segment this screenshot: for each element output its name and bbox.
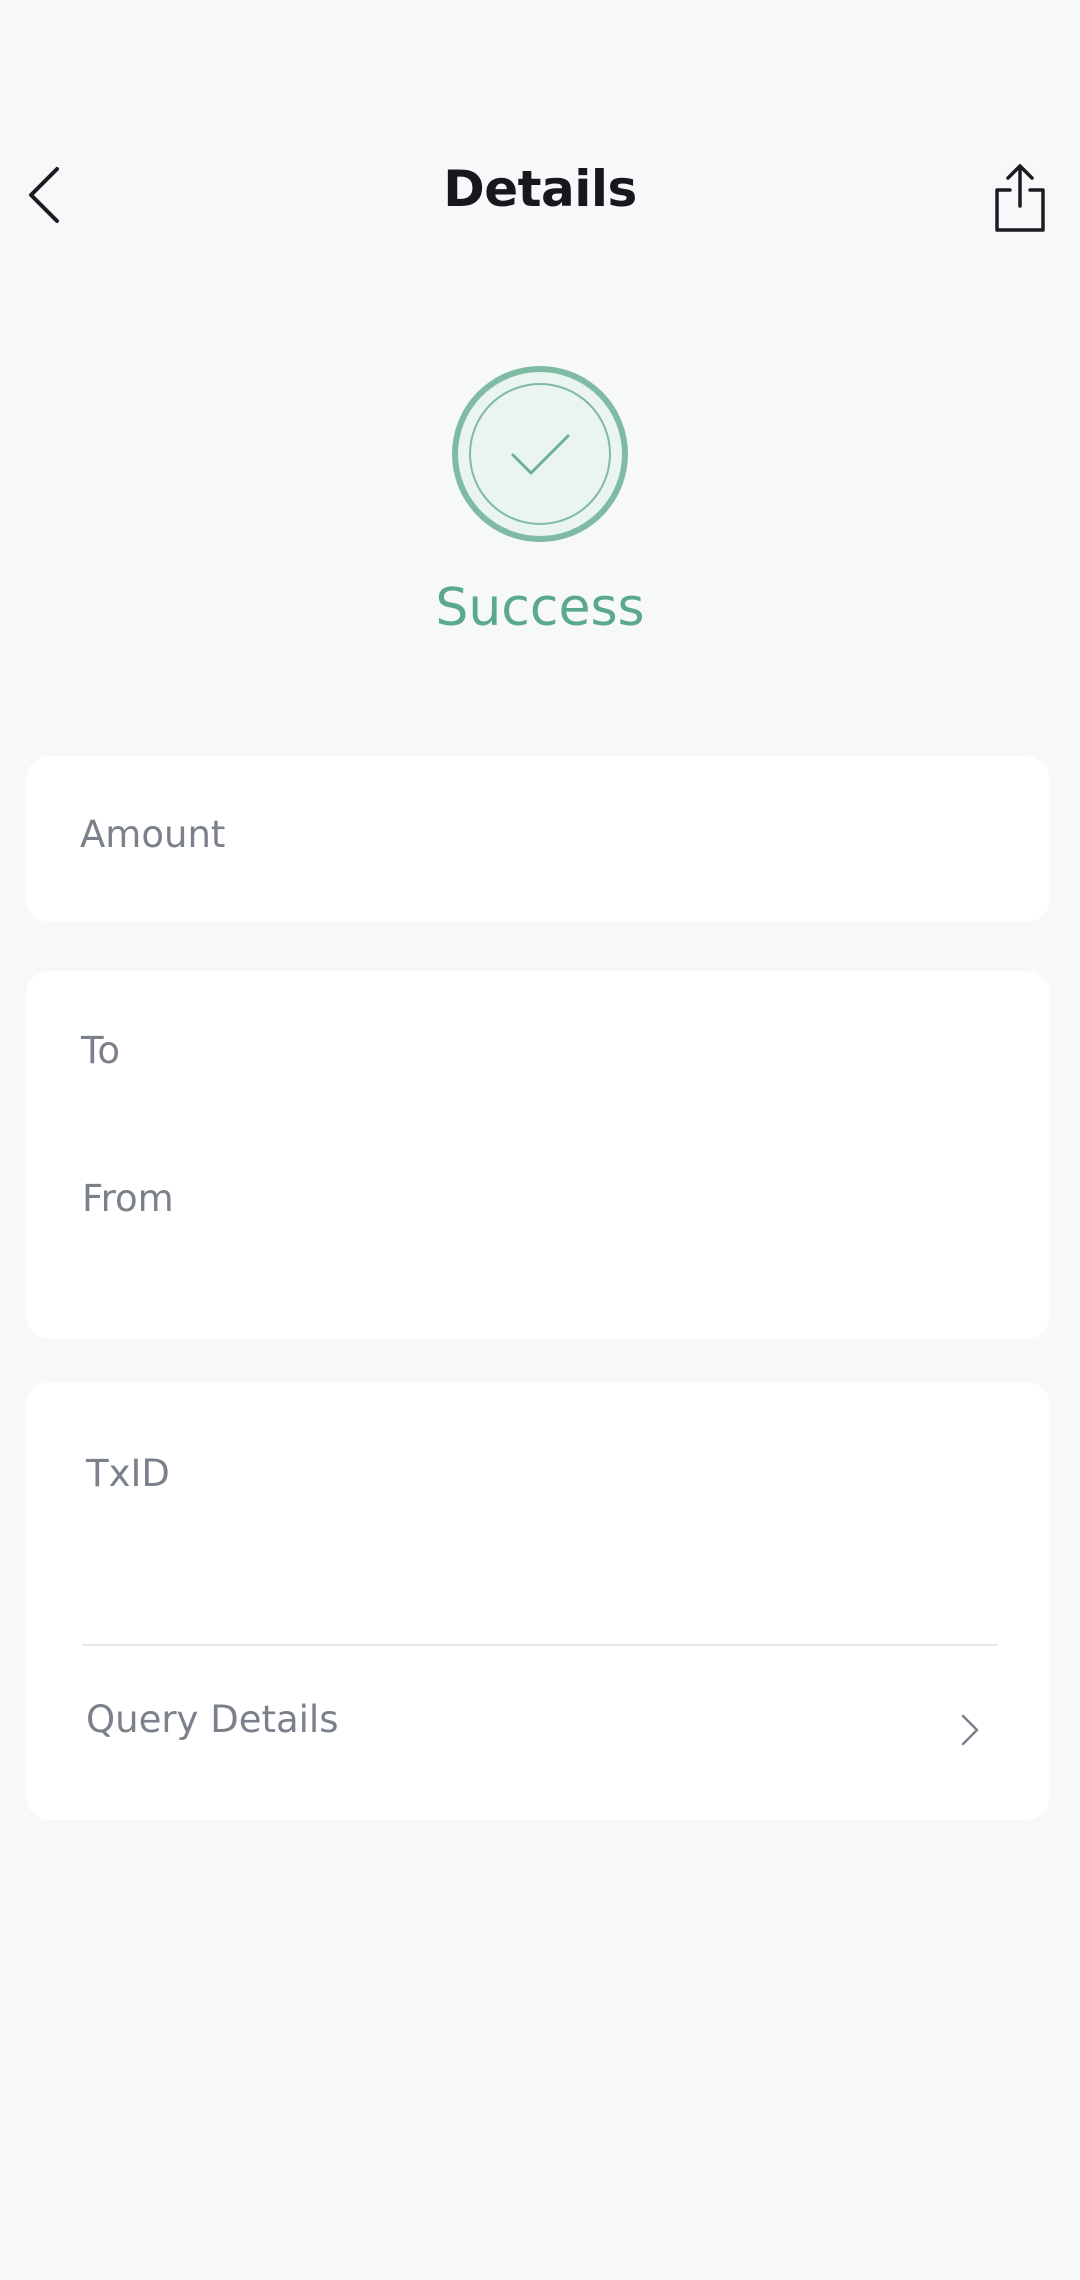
chevron-right-icon	[950, 1700, 990, 1760]
amount-card: Amount	[26, 756, 1050, 922]
page-title: Details	[443, 160, 637, 218]
status-text: Success	[435, 578, 645, 638]
query-details-label: Query Details	[86, 1698, 339, 1741]
to-label: To	[81, 1029, 120, 1072]
transaction-card: TxID Query Details	[26, 1382, 1050, 1820]
share-button[interactable]	[980, 158, 1060, 238]
parties-card: To From	[26, 971, 1050, 1339]
from-label: From	[82, 1177, 174, 1220]
query-details-row[interactable]: Query Details	[26, 1648, 1050, 1820]
txid-label: TxID	[86, 1452, 170, 1495]
share-icon	[995, 164, 1045, 232]
amount-label: Amount	[80, 813, 226, 856]
check-circle-icon	[451, 365, 629, 543]
header-bar: Details	[0, 130, 1080, 260]
divider	[82, 1644, 998, 1646]
